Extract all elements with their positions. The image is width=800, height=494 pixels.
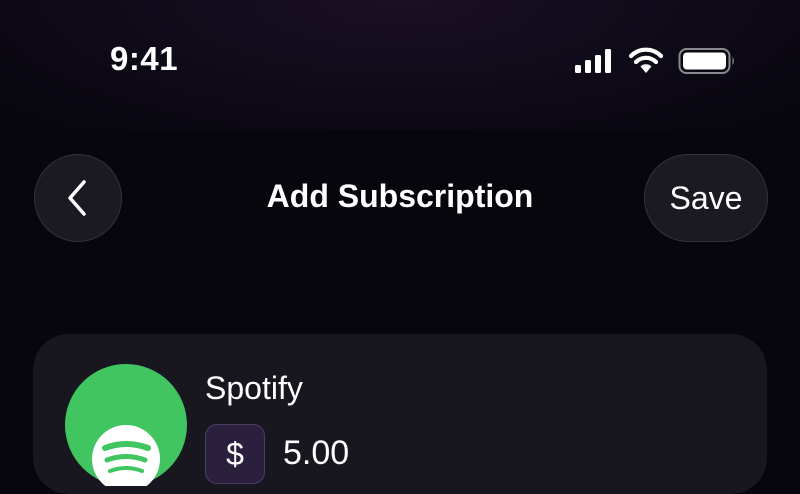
- wifi-icon: [628, 47, 664, 73]
- battery-icon: [678, 48, 734, 74]
- save-button[interactable]: Save: [644, 154, 768, 242]
- signal-icon: [575, 49, 611, 73]
- chevron-left-icon: [68, 180, 86, 216]
- page-title: Add Subscription: [266, 178, 534, 214]
- subscription-card[interactable]: Spotify $ 5.00: [33, 334, 767, 494]
- spotify-bars: [92, 425, 160, 493]
- currency-selector[interactable]: $: [205, 424, 265, 484]
- status-bar: 9:41: [0, 0, 800, 122]
- service-name: Spotify: [205, 370, 303, 406]
- price-input[interactable]: 5.00: [283, 434, 349, 473]
- back-button[interactable]: [34, 154, 122, 242]
- spotify-logo-icon: [65, 364, 187, 493]
- status-time: 9:41: [110, 40, 179, 77]
